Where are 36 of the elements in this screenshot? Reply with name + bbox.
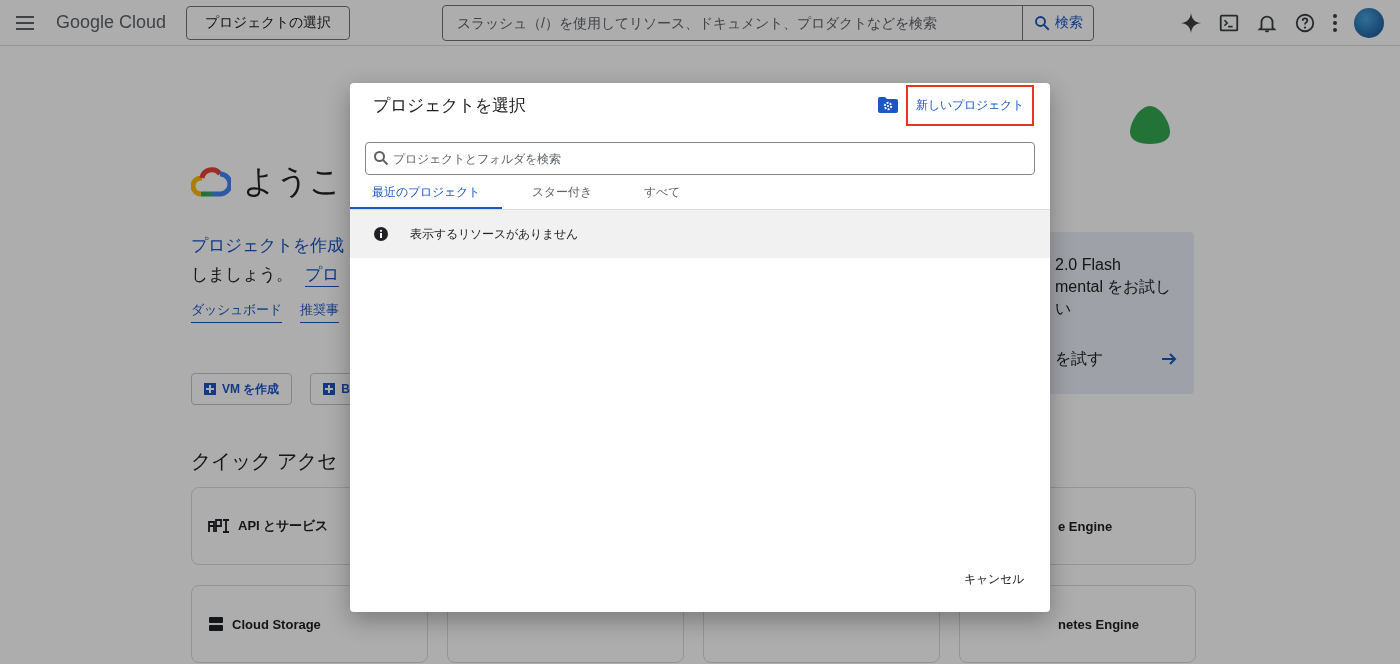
- nav-link[interactable]: 推奨事: [300, 301, 339, 323]
- folder-gear-icon[interactable]: [878, 97, 898, 113]
- more-icon[interactable]: [1332, 11, 1338, 34]
- notice-text: 表示するリソースがありません: [410, 225, 578, 243]
- tab[interactable]: スター付き: [510, 177, 614, 209]
- plus-icon: [323, 383, 336, 395]
- search-field[interactable]: スラッシュ（/）を使用してリソース、ドキュメント、プロダクトなどを検索 検索: [442, 4, 1095, 41]
- plus-icon: [204, 383, 216, 395]
- welcome-heading: ようこ: [243, 162, 342, 201]
- promo-text: い: [1055, 299, 1072, 319]
- promo-text: mental をお試し: [1055, 277, 1173, 297]
- avatar[interactable]: [1354, 7, 1384, 38]
- search-icon: [373, 150, 389, 166]
- project-search-field[interactable]: プロジェクトとフォルダを検索: [365, 142, 1035, 175]
- menu-icon[interactable]: [16, 15, 34, 30]
- leaf-shape-icon: [1130, 104, 1170, 144]
- try-link[interactable]: を試す: [1055, 348, 1103, 370]
- action-button[interactable]: VM を作成: [191, 373, 293, 405]
- info-icon: [374, 227, 388, 241]
- nav-link[interactable]: ダッシュボード: [191, 301, 282, 323]
- api-icon: [208, 519, 230, 533]
- new-project-button-highlighted[interactable]: 新しいプロジェクト: [906, 84, 1034, 126]
- project-picker-button[interactable]: プロジェクトの選択: [186, 5, 351, 40]
- intro-text: しましょう。: [191, 264, 293, 286]
- storage-icon: [208, 616, 224, 632]
- search-button[interactable]: 検索: [1022, 5, 1094, 40]
- dialog-title: プロジェクトを選択: [373, 94, 527, 117]
- help-icon[interactable]: [1294, 11, 1316, 34]
- search-icon: [1033, 13, 1052, 32]
- tab[interactable]: すべて: [622, 177, 702, 209]
- section-title: クイック アクセ: [191, 449, 338, 474]
- logo[interactable]: Google Cloud: [56, 12, 167, 33]
- cloud-logo-icon: [191, 166, 231, 198]
- promo-text: 2.0 Flash: [1055, 255, 1122, 275]
- project-link[interactable]: プロ: [305, 263, 339, 287]
- create-project-link[interactable]: プロジェクトを作成: [191, 234, 349, 257]
